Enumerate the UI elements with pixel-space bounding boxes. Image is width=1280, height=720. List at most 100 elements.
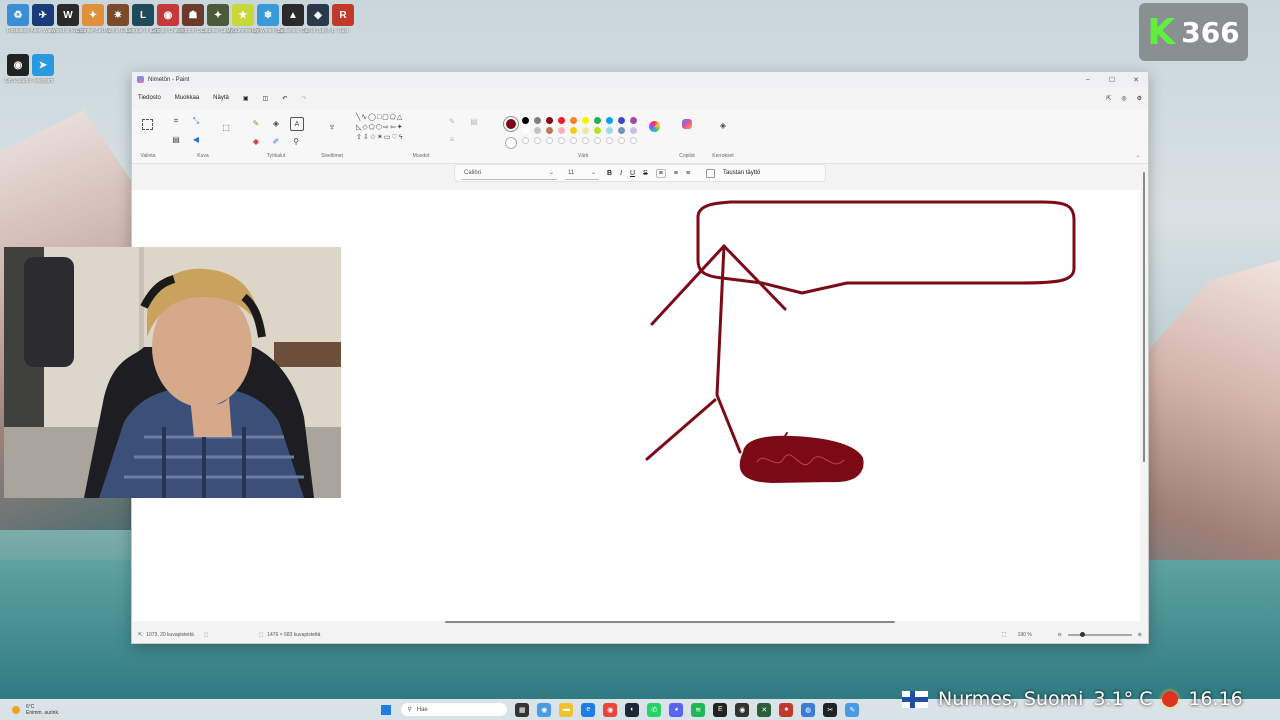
star6-icon[interactable]: ✶ [377,134,384,141]
weather-widget[interactable]: 6°C Enimm. aurink. [26,704,59,716]
secondary-color-swatch[interactable] [505,137,517,149]
custom-color-slot[interactable] [630,137,637,144]
palette-color[interactable] [546,117,553,124]
outline-icon[interactable]: ✎ [446,115,458,127]
file-explorer-icon[interactable]: ▬ [559,702,574,717]
paint-taskbar-icon[interactable]: ✎ [845,702,860,717]
minimize-button[interactable]: – [1076,76,1100,84]
active-color-swatch[interactable] [504,117,518,131]
weather-icon[interactable] [12,705,20,714]
maximize-button[interactable]: ☐ [1100,76,1124,84]
history-icon[interactable]: ◫ [263,95,269,102]
magnifier-icon[interactable]: ⚲ [290,135,302,147]
palette-color[interactable] [582,117,589,124]
palette-color[interactable] [558,127,565,134]
triangle-icon[interactable]: △ [397,114,403,121]
chrome-icon[interactable]: ◉ [603,702,618,717]
pentagon-icon[interactable]: ⬠ [369,124,376,131]
settings-icon[interactable]: ⚙ [1137,95,1142,102]
spotify-icon[interactable]: ≋ [691,702,706,717]
layers-icon[interactable]: ◈ [717,119,729,131]
font-size-select[interactable]: 11 ⌄ [565,167,599,180]
redo-icon[interactable]: ↷ [301,95,306,102]
custom-color-slot[interactable] [594,137,601,144]
rounded-rect-icon[interactable]: ▢ [382,114,390,121]
account-icon[interactable]: ◎ [1121,95,1126,102]
text-icon[interactable]: A [290,117,304,131]
custom-color-slot[interactable] [522,137,529,144]
palette-color[interactable] [534,127,541,134]
palette-color[interactable] [606,117,613,124]
resize-icon[interactable]: ⤡ [190,115,202,127]
palette-color[interactable] [618,117,625,124]
save-icon[interactable]: ▣ [243,95,249,102]
underline-button[interactable]: U [630,170,635,177]
edit-colors-icon[interactable] [649,121,660,132]
zoom-in-icon[interactable]: ⊕ [1138,632,1142,638]
custom-color-slot[interactable] [618,137,625,144]
discord-icon[interactable]: ◕ [669,702,684,717]
rotate-icon[interactable]: ▤ [170,133,182,145]
zoom-out-icon[interactable]: ⊖ [1058,632,1062,638]
ribbon-collapse-icon[interactable]: ⌄ [1132,149,1144,161]
desktop-icon[interactable]: ➤ Telegram [26,54,60,84]
palette-color[interactable] [630,127,637,134]
fit-icon[interactable]: ⛶ [1002,632,1006,638]
steam-icon[interactable]: ◐ [625,702,640,717]
palette-color[interactable] [570,127,577,134]
palette-color[interactable] [546,127,553,134]
palette-color[interactable] [522,117,529,124]
zoom-slider-thumb[interactable] [1079,632,1085,637]
zoom-level[interactable]: 190 % [1018,632,1048,638]
palette-color[interactable] [630,117,637,124]
callout-icon[interactable]: ▭ [384,134,392,141]
share-icon[interactable]: ⇱ [1106,95,1111,102]
edge-icon[interactable]: e [581,702,596,717]
brush-icon[interactable]: ♆ [326,121,338,133]
capcut-icon[interactable]: ✂ [823,702,838,717]
palette-color[interactable] [570,117,577,124]
horizontal-scrollbar[interactable] [445,621,895,623]
search-box[interactable]: ⚲ Hae [401,703,508,716]
eraser-icon[interactable]: ◆ [250,135,262,147]
align-center-button[interactable]: ≡ [674,170,678,177]
italic-button[interactable]: I [620,170,622,177]
desktop-icon[interactable]: R Rust [326,4,360,34]
align-right-button[interactable]: ≡ [686,170,690,177]
whatsapp-icon[interactable]: ✆ [647,702,662,717]
task-view-icon[interactable]: ▦ [515,702,530,717]
bold-button[interactable]: B [607,170,612,177]
pencil-icon[interactable]: ✎ [250,117,262,129]
custom-color-slot[interactable] [570,137,577,144]
app-icon[interactable]: ◍ [801,702,816,717]
shape-fill-icon[interactable]: ▤ [468,115,480,127]
arrow-left-icon[interactable]: ⇦ [390,124,397,131]
menu-file[interactable]: Tiedosto [138,95,161,101]
palette-color[interactable] [594,127,601,134]
hexagon-icon[interactable]: ⬡ [376,124,383,131]
palette-color[interactable] [558,117,565,124]
palette-color[interactable] [606,127,613,134]
copilot-app-icon[interactable]: ◉ [537,702,552,717]
color-picker-icon[interactable]: ✐ [270,135,282,147]
custom-color-slot[interactable] [546,137,553,144]
menu-edit[interactable]: Muokkaa [175,95,199,101]
palette-color[interactable] [594,117,601,124]
lightning-icon[interactable]: ϟ [399,134,404,141]
copilot-icon[interactable] [682,119,692,129]
zoom-slider[interactable] [1067,632,1132,637]
palette-color[interactable] [582,127,589,134]
palette-color[interactable] [534,117,541,124]
game-launcher-icon[interactable]: ● [779,702,794,717]
obs-icon[interactable]: ◉ [735,702,750,717]
flip-icon[interactable]: ◀ [190,133,202,145]
strikethrough-button[interactable]: S [643,170,648,177]
epic-games-icon[interactable]: E [713,702,728,717]
background-fill-checkbox[interactable] [706,168,716,178]
image-select-icon[interactable]: ⬚ [220,121,232,133]
arrow-right-icon[interactable]: ⇨ [383,124,390,131]
oval-icon[interactable]: ◯ [368,114,377,121]
heart-icon[interactable]: ♡ [392,134,399,141]
arrow-down-icon[interactable]: ⇩ [363,134,370,141]
star4-icon[interactable]: ✦ [397,124,404,131]
